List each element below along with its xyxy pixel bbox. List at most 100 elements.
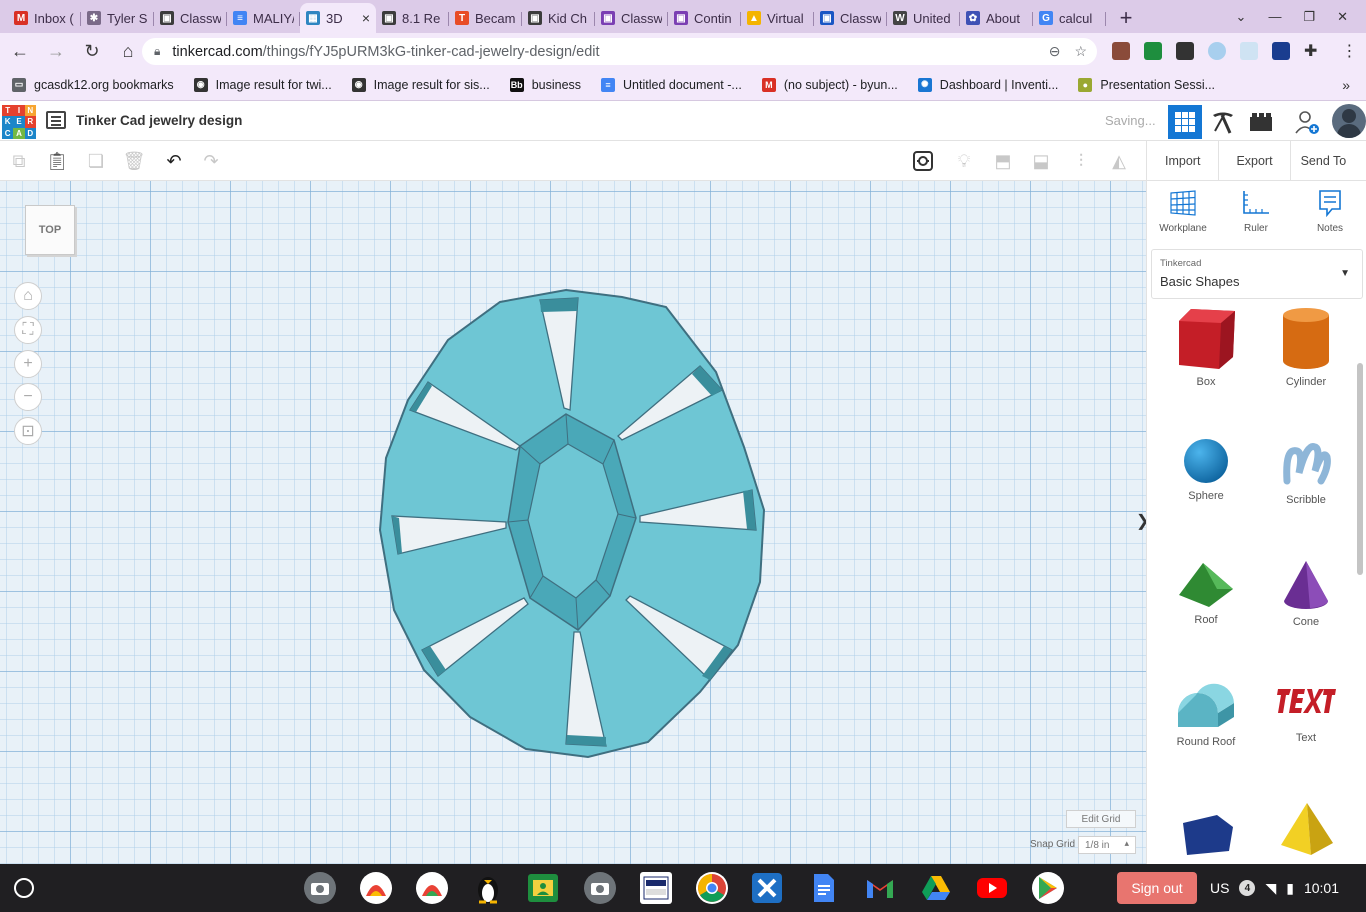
bookmark-item[interactable]: ◉ Image result for twi... — [193, 77, 332, 92]
shape-pyramid[interactable] — [1266, 801, 1346, 860]
restore-icon[interactable]: ❐ — [1303, 9, 1315, 25]
redo-icon[interactable]: ↷ — [200, 150, 222, 172]
shape-round-roof[interactable]: Round Roof — [1166, 683, 1246, 748]
bookmark-item[interactable]: ≡ Untitled document -... — [601, 77, 742, 92]
minecraft-view-button[interactable] — [1206, 105, 1240, 139]
camera-app-icon[interactable] — [584, 872, 616, 904]
extension-icon[interactable] — [1272, 42, 1290, 60]
browser-tab[interactable]: ▲ Virtual — [741, 3, 814, 33]
home-view-icon[interactable]: ⌂ — [14, 282, 42, 310]
browser-tab[interactable]: ▣ 8.1 Re — [376, 3, 449, 33]
tab-search-icon[interactable]: ⌄ — [1236, 9, 1247, 25]
shape-scribble[interactable]: Scribble — [1266, 437, 1346, 506]
browser-tab[interactable]: T Becam — [449, 3, 522, 33]
fit-view-icon[interactable]: ⛶ — [14, 316, 42, 344]
explain-everything-icon[interactable] — [752, 873, 782, 903]
undo-icon[interactable]: ↶ — [163, 150, 185, 172]
browser-tab[interactable]: ▣ Classw — [595, 3, 668, 33]
design-list-icon[interactable] — [46, 111, 66, 129]
extension-icon[interactable] — [1208, 42, 1226, 60]
bricks-view-button[interactable] — [1244, 105, 1278, 139]
ruler-tool[interactable]: Ruler — [1226, 189, 1286, 234]
workplane-canvas[interactable]: TOP ⌂ ⛶ + − ⊡ Edit Grid Snap Grid 1/8 in… — [0, 181, 1146, 864]
bookmarks-overflow-icon[interactable]: » — [1342, 77, 1350, 93]
design-title[interactable]: Tinker Cad jewelry design — [76, 113, 242, 128]
menu-icon[interactable]: ⋮ — [1341, 41, 1357, 61]
sign-out-button[interactable]: Sign out — [1117, 872, 1197, 904]
browser-tab[interactable]: ▣ Classw — [154, 3, 227, 33]
paint-app-icon[interactable] — [416, 872, 448, 904]
linux-penguin-icon[interactable] — [472, 872, 504, 904]
sheets-extension-icon[interactable] — [1144, 42, 1162, 60]
qr-extension-icon[interactable] — [1176, 42, 1194, 60]
panel-scrollbar[interactable] — [1357, 363, 1363, 575]
youtube-app-icon[interactable] — [976, 872, 1008, 904]
browser-tab[interactable]: ≡ MALIY/ — [227, 3, 300, 33]
zoom-out-icon[interactable]: − — [14, 383, 42, 411]
extension-icon[interactable] — [1112, 42, 1130, 60]
3d-design-view-button[interactable] — [1168, 105, 1202, 139]
notes-tool[interactable]: Notes — [1300, 189, 1360, 234]
shape-roof[interactable]: Roof — [1166, 559, 1246, 626]
shape-cone[interactable]: Cone — [1266, 559, 1346, 628]
group-icon[interactable]: ⬒ — [992, 150, 1014, 172]
shape-box[interactable]: Box — [1166, 307, 1246, 388]
home-icon[interactable]: ⌂ — [112, 35, 144, 67]
paste-icon[interactable]: 📋︎ — [46, 150, 69, 172]
lock-icon[interactable]: 🔒︎ — [154, 44, 160, 59]
shape-text[interactable]: Text — [1266, 683, 1346, 744]
add-user-icon[interactable] — [1294, 109, 1320, 135]
back-icon[interactable]: ← — [4, 35, 36, 67]
shape-library-select[interactable]: Tinkercad Basic Shapes ▼ — [1151, 249, 1363, 299]
zoom-in-icon[interactable]: + — [14, 350, 42, 378]
bookmark-item[interactable]: M (no subject) - byun... — [761, 77, 898, 92]
bookmark-star-icon[interactable]: ☆ — [1074, 43, 1087, 60]
workplane-tool[interactable]: Workplane — [1153, 189, 1213, 234]
shape-cylinder[interactable]: Cylinder — [1266, 307, 1346, 388]
docs-app-icon[interactable] — [808, 872, 840, 904]
jewelry-model[interactable] — [370, 281, 780, 771]
browser-tab[interactable]: ▣ Kid Ch — [522, 3, 595, 33]
bookmark-item[interactable]: ▭ gcasdk12.org bookmarks — [12, 77, 174, 92]
duplicate-icon[interactable]: ❏ — [85, 150, 107, 172]
zoom-icon[interactable]: ⊖ — [1049, 43, 1061, 60]
align-icon[interactable]: ⫶ — [1070, 150, 1092, 172]
delete-icon[interactable]: 🗑︎ — [123, 150, 146, 172]
import-button[interactable]: Import — [1146, 140, 1218, 181]
ungroup-icon[interactable]: ⬓ — [1030, 150, 1052, 172]
avatar[interactable] — [1332, 104, 1366, 138]
paint-app-icon[interactable] — [360, 872, 392, 904]
camera-app-icon[interactable] — [304, 872, 336, 904]
browser-tab[interactable]: W United — [887, 3, 960, 33]
export-button[interactable]: Export — [1218, 140, 1289, 181]
panel-collapse-icon[interactable]: ❯ — [1136, 511, 1146, 531]
new-tab-button[interactable]: + — [1106, 3, 1146, 33]
view-cube[interactable]: TOP — [25, 205, 75, 255]
browser-tab[interactable]: ▣ Classw — [814, 3, 887, 33]
send-to-button[interactable]: Send To — [1289, 140, 1357, 181]
close-tab-icon[interactable]: × — [362, 10, 370, 26]
mirror-icon[interactable]: ◭ — [1108, 150, 1130, 172]
browser-tab[interactable]: ✱ Tyler S — [81, 3, 154, 33]
snap-grid-select[interactable]: 1/8 in — [1078, 836, 1136, 854]
puzzle-icon[interactable]: ✚ — [1304, 41, 1317, 61]
notes-toggle-icon[interactable] — [912, 150, 934, 172]
classroom-app-icon[interactable] — [528, 874, 558, 902]
bookmark-item[interactable]: ● Presentation Sessi... — [1078, 77, 1215, 92]
reload-icon[interactable]: ↻ — [76, 35, 108, 67]
drive-app-icon[interactable] — [920, 872, 952, 904]
minimize-icon[interactable]: — — [1268, 9, 1281, 24]
copy-icon[interactable]: ⧉ — [8, 150, 30, 172]
edit-grid-button[interactable]: Edit Grid — [1066, 810, 1136, 828]
shape-polygon[interactable] — [1166, 805, 1246, 858]
perspective-icon[interactable]: ⊡ — [14, 417, 42, 445]
forward-icon[interactable]: → — [40, 35, 72, 67]
browser-tab[interactable]: ✿ About — [960, 3, 1033, 33]
launcher-icon[interactable] — [14, 878, 34, 898]
browser-tab[interactable]: Gcalcul — [1033, 3, 1106, 33]
pearson-testnav-icon[interactable] — [640, 872, 672, 904]
gmail-app-icon[interactable] — [864, 872, 896, 904]
browser-tab[interactable]: ▦ 3D × — [300, 3, 376, 33]
close-window-icon[interactable]: ✕ — [1337, 9, 1348, 25]
lightbulb-icon[interactable]: 💡︎ — [953, 150, 975, 172]
